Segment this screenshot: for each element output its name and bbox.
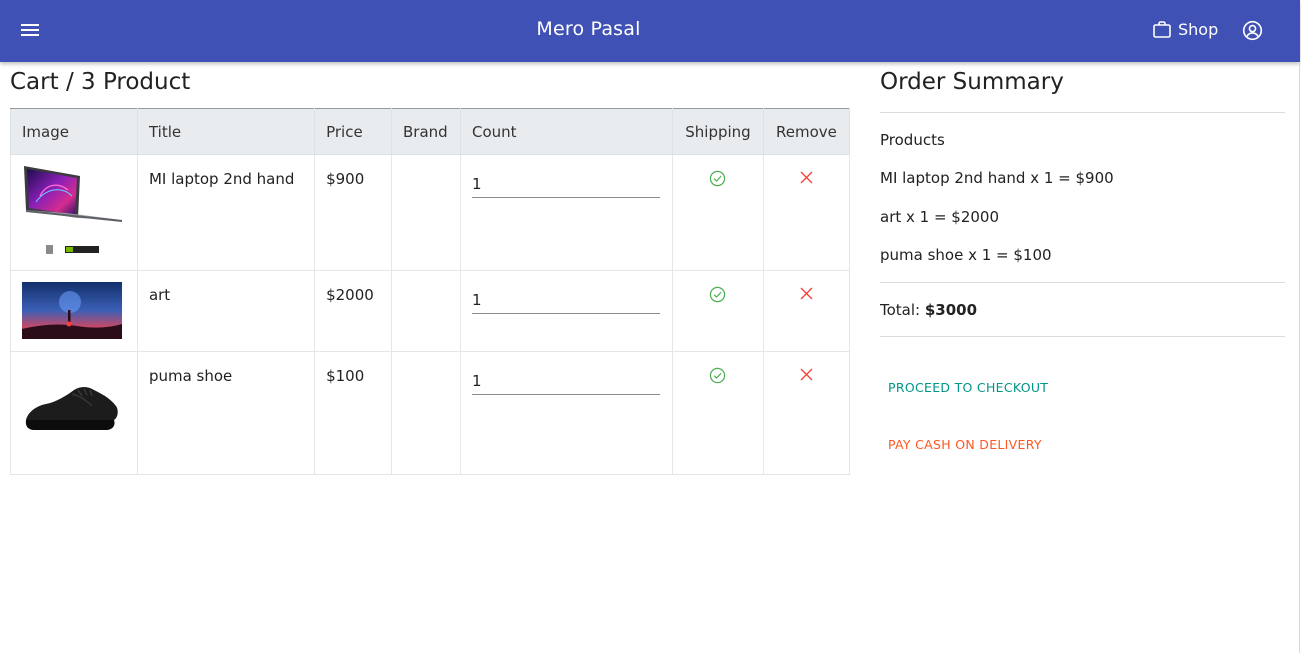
total-row: Total: $3000 [880, 301, 977, 319]
laptop-image[interactable] [22, 166, 122, 258]
product-price: $900 [326, 170, 365, 188]
table-row: puma shoe $100 [10, 351, 851, 475]
image-cell [10, 270, 138, 352]
close-icon[interactable] [800, 286, 813, 304]
image-cell [10, 351, 138, 475]
proceed-to-checkout-button[interactable]: PROCEED TO CHECKOUT [880, 374, 1056, 401]
total-label: Total: [880, 301, 921, 319]
account-icon[interactable] [1242, 20, 1263, 41]
count-input[interactable] [472, 370, 660, 395]
art-image[interactable] [22, 282, 122, 339]
close-icon[interactable] [800, 170, 813, 188]
close-icon[interactable] [800, 367, 813, 385]
cart-table: Image Title Price Brand Count Shipping R… [10, 108, 851, 475]
shopping-bag-icon [1153, 21, 1171, 38]
summary-line: MI laptop 2nd hand x 1 = $900 [880, 169, 1114, 187]
app-title: Mero Pasal [536, 18, 641, 40]
column-header-image: Image [10, 108, 138, 155]
check-circle-icon [709, 170, 726, 191]
table-header-row: Image Title Price Brand Count Shipping R… [10, 108, 851, 155]
column-header-remove: Remove [762, 108, 851, 155]
summary-line: puma shoe x 1 = $100 [880, 246, 1052, 264]
product-price: $2000 [326, 286, 374, 304]
shop-label: Shop [1178, 19, 1219, 39]
column-header-brand: Brand [391, 108, 461, 155]
scrollbar-edge [1299, 62, 1300, 653]
table-row: MI laptop 2nd hand $900 [10, 154, 851, 271]
product-title: puma shoe [148, 367, 233, 385]
cart-heading: Cart / 3 Product [10, 69, 191, 95]
table-row: art $2000 [10, 270, 851, 352]
divider [880, 336, 1285, 337]
count-input[interactable] [472, 173, 660, 198]
column-header-count: Count [460, 108, 673, 155]
check-circle-icon [709, 286, 726, 307]
pay-cash-on-delivery-button[interactable]: PAY CASH ON DELIVERY [880, 431, 1050, 458]
total-value: $3000 [924, 301, 978, 319]
divider [880, 282, 1285, 283]
product-price: $100 [326, 367, 365, 385]
product-title: MI laptop 2nd hand [148, 170, 295, 188]
check-circle-icon [709, 367, 726, 388]
product-title: art [148, 286, 171, 304]
count-input[interactable] [472, 289, 660, 314]
shop-link[interactable]: Shop [1152, 19, 1218, 39]
column-header-title: Title [136, 108, 316, 155]
app-bar: Mero Pasal Shop [0, 0, 1300, 62]
summary-line: art x 1 = $2000 [880, 208, 1000, 226]
order-summary-heading: Order Summary [880, 69, 1064, 95]
image-cell [10, 154, 138, 271]
shoe-image[interactable] [22, 360, 122, 452]
products-label: Products [880, 131, 945, 149]
column-header-shipping: Shipping [671, 108, 764, 155]
column-header-price: Price [314, 108, 393, 155]
divider [880, 112, 1285, 113]
